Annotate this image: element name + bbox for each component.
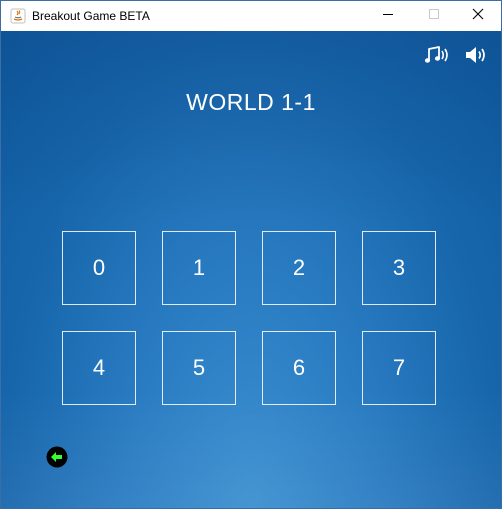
level-button-5[interactable]: 5 [162,331,236,405]
level-button-2[interactable]: 2 [262,231,336,305]
app-window: Breakout Game BETA WORLD 1-1 0 1 2 3 4 5… [0,0,502,509]
speaker-icon [464,47,490,70]
level-button-3[interactable]: 3 [362,231,436,305]
music-note-icon [423,46,453,70]
level-button-0[interactable]: 0 [62,231,136,305]
world-title: WORLD 1-1 [186,89,316,115]
back-arrow-icon [46,446,68,472]
back-button[interactable] [46,446,68,468]
level-button-6[interactable]: 6 [262,331,336,405]
sound-toggle-button[interactable] [464,44,490,66]
level-button-4[interactable]: 4 [62,331,136,405]
level-button-7[interactable]: 7 [362,331,436,405]
level-grid: 0 1 2 3 4 5 6 7 [62,231,440,409]
close-button[interactable] [455,1,501,31]
close-icon [472,7,484,25]
java-icon [10,8,26,24]
maximize-icon [428,7,440,25]
minimize-button[interactable] [365,1,411,31]
maximize-button[interactable] [411,1,457,31]
music-toggle-button[interactable] [423,44,453,66]
level-button-1[interactable]: 1 [162,231,236,305]
minimize-icon [382,7,394,25]
title-bar[interactable]: Breakout Game BETA [1,1,501,31]
window-title: Breakout Game BETA [32,9,150,23]
game-area: WORLD 1-1 0 1 2 3 4 5 6 7 [1,31,501,508]
